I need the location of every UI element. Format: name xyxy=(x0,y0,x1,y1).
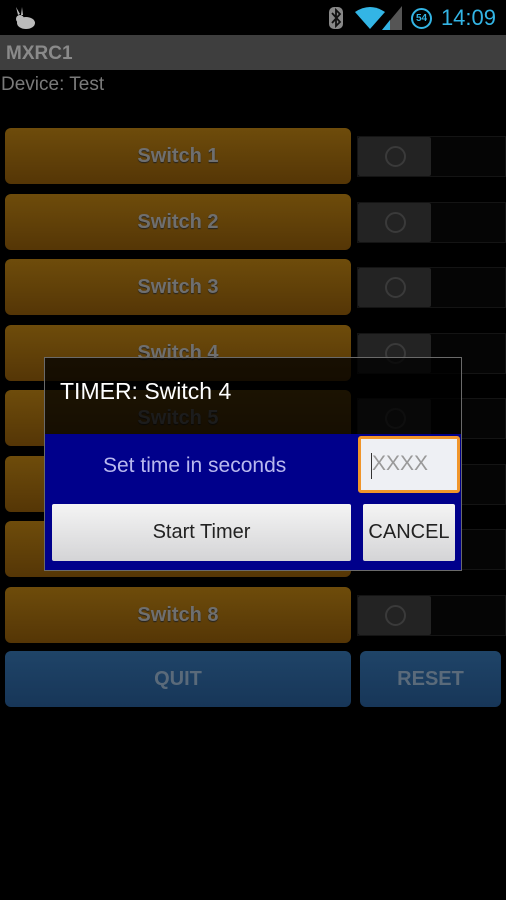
switch-button-8[interactable]: Switch 8 xyxy=(5,586,351,643)
device-label: Device: Test xyxy=(1,74,105,95)
seconds-input[interactable]: XXXX xyxy=(358,436,460,493)
time-prompt: Set time in seconds xyxy=(103,454,287,477)
app-title: MXRC1 xyxy=(0,35,506,70)
wifi-icon xyxy=(355,7,385,29)
toggle-off-icon xyxy=(385,277,406,298)
quit-button[interactable]: QUIT xyxy=(5,651,351,707)
toggle-thumb xyxy=(358,595,431,635)
switch-toggle-3[interactable] xyxy=(357,267,506,308)
toggle-off-icon xyxy=(385,604,406,626)
text-caret xyxy=(371,453,372,479)
toggle-off-icon xyxy=(385,146,406,167)
toggle-thumb xyxy=(358,268,431,307)
dialog-title: TIMER: Switch 4 xyxy=(60,378,232,404)
toggle-off-icon xyxy=(385,211,406,233)
start-timer-button[interactable]: Start Timer xyxy=(52,504,351,561)
bluetooth-icon xyxy=(329,7,343,29)
seconds-input-placeholder: XXXX xyxy=(372,452,429,475)
signal-icon xyxy=(382,6,402,30)
cancel-button[interactable]: CANCEL xyxy=(363,504,455,561)
switch-button-2[interactable]: Switch 2 xyxy=(5,193,351,250)
toggle-thumb xyxy=(358,137,431,176)
switch-button-3[interactable]: Switch 3 xyxy=(5,259,351,315)
reset-button[interactable]: RESET xyxy=(360,651,501,707)
switch-button-1[interactable]: Switch 1 xyxy=(5,128,351,184)
toggle-thumb xyxy=(358,202,431,242)
switch-toggle-1[interactable] xyxy=(357,136,506,177)
timer-dialog: TIMER: Switch 4 Set time in seconds XXXX… xyxy=(44,357,462,571)
battery-icon: 54 xyxy=(411,8,432,29)
clock: 14:09 xyxy=(440,5,496,30)
dialog-body: Set time in seconds XXXX Start Timer CAN… xyxy=(45,434,461,570)
status-bar: 54 14:09 xyxy=(0,0,506,35)
rabbit-notification-icon xyxy=(16,7,35,29)
switch-toggle-2[interactable] xyxy=(357,201,506,243)
switch-toggle-8[interactable] xyxy=(357,594,506,636)
